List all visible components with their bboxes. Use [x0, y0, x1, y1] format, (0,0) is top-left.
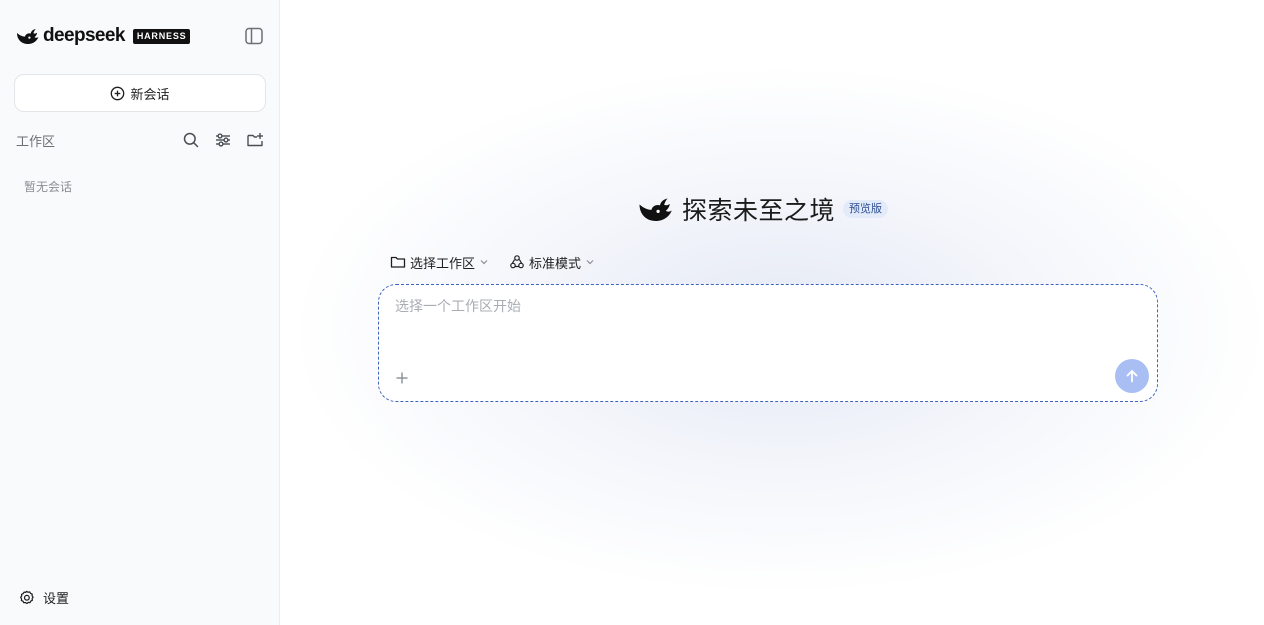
hero-heading: 探索未至之境 预览版	[638, 191, 889, 227]
new-chat-label: 新会话	[130, 87, 170, 103]
workspace-select-label: 选择工作区	[410, 256, 476, 272]
whale-icon	[639, 198, 672, 221]
chevron-down-icon	[586, 260, 594, 265]
mode-select[interactable]: 标准模式	[509, 253, 595, 272]
add-workspace-button[interactable]	[232, 130, 264, 150]
preview-badge: 预览版	[843, 200, 889, 218]
filter-button[interactable]	[200, 130, 232, 150]
attach-button[interactable]	[391, 367, 413, 389]
sidebar-toggle-button[interactable]	[244, 27, 264, 45]
app-window: deepseek HARNESS 新会话 工作区 暂无会话 设置 探索未至之境 …	[0, 0, 1264, 625]
sidebar-toggle-icon	[245, 27, 263, 45]
brand-name: deepseek	[43, 25, 125, 46]
prompt-input[interactable]	[395, 299, 1095, 315]
whale-icon	[17, 29, 39, 44]
gear-icon	[20, 590, 34, 605]
workspace-tools	[168, 130, 264, 150]
settings-label: 设置	[43, 592, 70, 607]
folder-icon	[390, 256, 406, 268]
workspace-select[interactable]: 选择工作区	[390, 253, 489, 272]
brand-badge: HARNESS	[132, 28, 191, 44]
send-button[interactable]	[1115, 359, 1149, 393]
arrow-up-icon	[1126, 370, 1138, 383]
plus-circle-icon	[111, 86, 125, 100]
workspace-header: 工作区	[16, 130, 264, 150]
page-title: 探索未至之境	[682, 196, 836, 225]
settings-button[interactable]: 设置	[18, 588, 69, 607]
recycle-icon	[510, 255, 524, 269]
composer-toolbar: 选择工作区 标准模式	[390, 252, 615, 272]
workspace-label: 工作区	[16, 134, 56, 150]
composer	[378, 284, 1158, 402]
brand-logo[interactable]: deepseek HARNESS	[16, 25, 191, 46]
sliders-icon	[216, 133, 230, 147]
folder-plus-icon	[247, 133, 263, 147]
search-button[interactable]	[168, 130, 200, 150]
chevron-down-icon	[480, 260, 488, 265]
empty-conversations-text: 暂无会话	[24, 180, 73, 194]
plus-icon	[396, 372, 408, 384]
search-icon	[183, 132, 199, 148]
sidebar: deepseek HARNESS 新会话 工作区 暂无会话 设置	[0, 0, 280, 625]
new-chat-button[interactable]: 新会话	[14, 74, 266, 112]
main-area: 探索未至之境 预览版 选择工作区 标准模式	[280, 0, 1264, 625]
mode-select-label: 标准模式	[529, 256, 582, 272]
